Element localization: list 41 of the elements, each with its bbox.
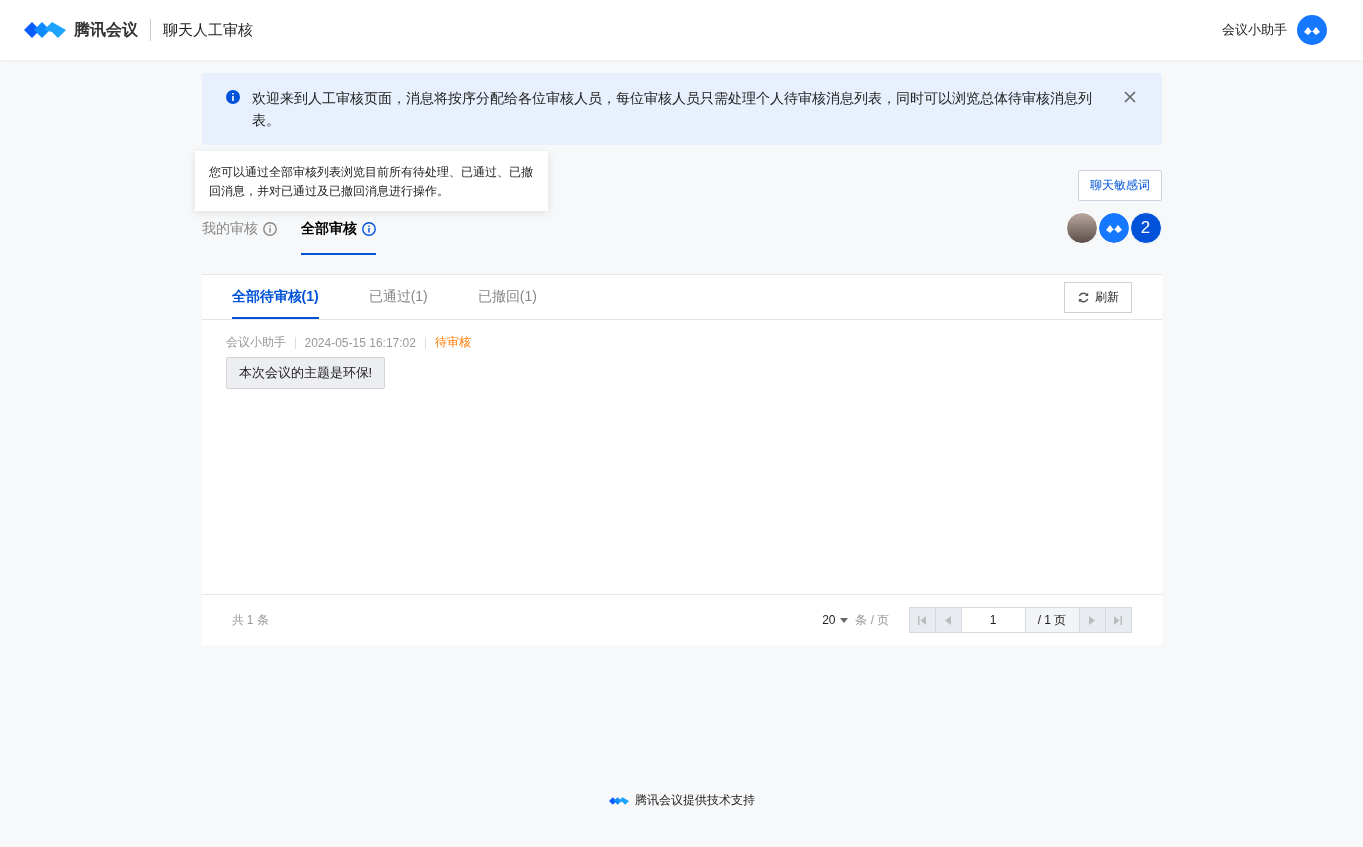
brand-name: 腾讯会议 [74, 19, 138, 40]
info-icon [225, 90, 240, 104]
avatar-icon[interactable] [1297, 15, 1327, 45]
info-icon [361, 222, 376, 236]
refresh-icon [1076, 290, 1090, 304]
next-page-button[interactable] [1079, 608, 1106, 632]
subtab[interactable]: 全部待审核(1) [231, 275, 319, 319]
tab[interactable]: 我的审核 [201, 201, 277, 255]
message-status: 待审核 [434, 334, 471, 351]
prev-page-icon [945, 615, 951, 625]
next-page-icon [1089, 615, 1095, 625]
page-size-unit: 条 / 页 [855, 611, 890, 629]
avatar-icon [1097, 212, 1130, 244]
close-icon[interactable] [1123, 91, 1136, 103]
logo-icon [24, 20, 66, 40]
first-page-button[interactable] [909, 608, 936, 632]
tab[interactable]: 全部审核 [300, 201, 376, 255]
info-icon [262, 222, 277, 236]
caret-icon [840, 617, 849, 623]
message-bubble: 本次会议的主题是环保! [225, 357, 386, 389]
logo-icon [608, 795, 629, 806]
page-title: 聊天人工审核 [163, 20, 253, 40]
last-page-button[interactable] [1105, 608, 1131, 632]
page-total: / 1 页 [1025, 608, 1080, 632]
first-page-icon [918, 615, 926, 625]
subtab[interactable]: 已撤回(1) [477, 275, 537, 319]
photo-placeholder [1065, 212, 1098, 244]
reviewer-count: 2 [1129, 212, 1162, 244]
sensitive-words-button[interactable]: 聊天敏感词 [1077, 170, 1162, 201]
footer-text: 腾讯会议提供技术支持 [634, 792, 755, 809]
message-sender: 会议小助手 [225, 334, 286, 351]
last-page-icon [1114, 615, 1122, 625]
refresh-button[interactable]: 刷新 [1063, 281, 1132, 313]
total-count: 共 1 条 [231, 611, 269, 629]
page-size-select[interactable]: 20 [822, 613, 849, 627]
prev-page-button[interactable] [935, 608, 962, 632]
user-name: 会议小助手 [1222, 21, 1287, 39]
tooltip-text: 您可以通过全部审核列表浏览目前所有待处理、已通过、已撤回消息，并对已通过及已撤回消息进行操作。 [208, 165, 533, 198]
banner-text: 欢迎来到人工审核页面，消息将按序分配给各位审核人员，每位审核人员只需处理个人待审核消息列表，同时可以浏览总体待审核消息列表。 [251, 89, 1093, 130]
subtab[interactable]: 已通过(1) [368, 275, 428, 319]
message-time: 2024-05-15 16:17:02 [304, 335, 416, 350]
